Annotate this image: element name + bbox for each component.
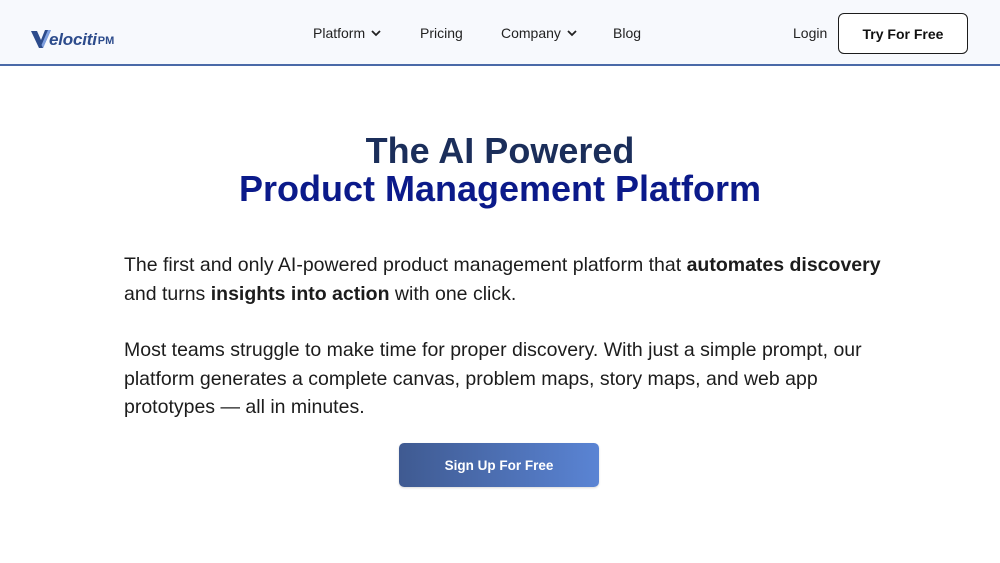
intro-bold-insights: insights into action: [210, 282, 390, 305]
nav-item-blog[interactable]: Blog: [613, 25, 641, 41]
nav-item-company[interactable]: Company: [501, 25, 577, 41]
nav-item-pricing[interactable]: Pricing: [420, 25, 463, 41]
hero-title: The AI Powered Product Management Platfo…: [0, 132, 1000, 208]
intro-text: The first and only AI-powered product ma…: [124, 254, 687, 276]
nav-item-label: Blog: [613, 25, 642, 41]
logo-suffix: PM: [97, 35, 115, 47]
chevron-down-icon: [567, 29, 577, 36]
try-for-free-button[interactable]: Try For Free: [838, 13, 968, 54]
hero-intro-paragraph: The first and only AI-powered product ma…: [124, 251, 884, 308]
sign-up-button[interactable]: Sign Up For Free: [399, 443, 599, 487]
intro-text: with one click.: [389, 282, 517, 305]
login-link[interactable]: Login: [793, 25, 827, 41]
hero-description-paragraph: Most teams struggle to make time for pro…: [124, 339, 862, 418]
hero-title-line2: Product Management Platform: [238, 168, 762, 209]
nav-item-platform[interactable]: Platform: [313, 25, 381, 41]
intro-text: and turns: [124, 282, 211, 305]
nav-item-label: Platform: [313, 25, 366, 41]
nav-item-label: Pricing: [420, 25, 463, 41]
intro-bold-automates: automates discovery: [686, 254, 881, 276]
velociti-logo[interactable]: elociti PM: [30, 22, 114, 50]
logo-wordmark: elociti: [49, 30, 97, 49]
chevron-down-icon: [371, 29, 381, 36]
nav-item-label: Company: [501, 25, 561, 41]
hero-title-line1: The AI Powered: [365, 130, 635, 171]
top-navbar: elociti PM Platform Pricing Company Blog…: [0, 0, 1000, 66]
